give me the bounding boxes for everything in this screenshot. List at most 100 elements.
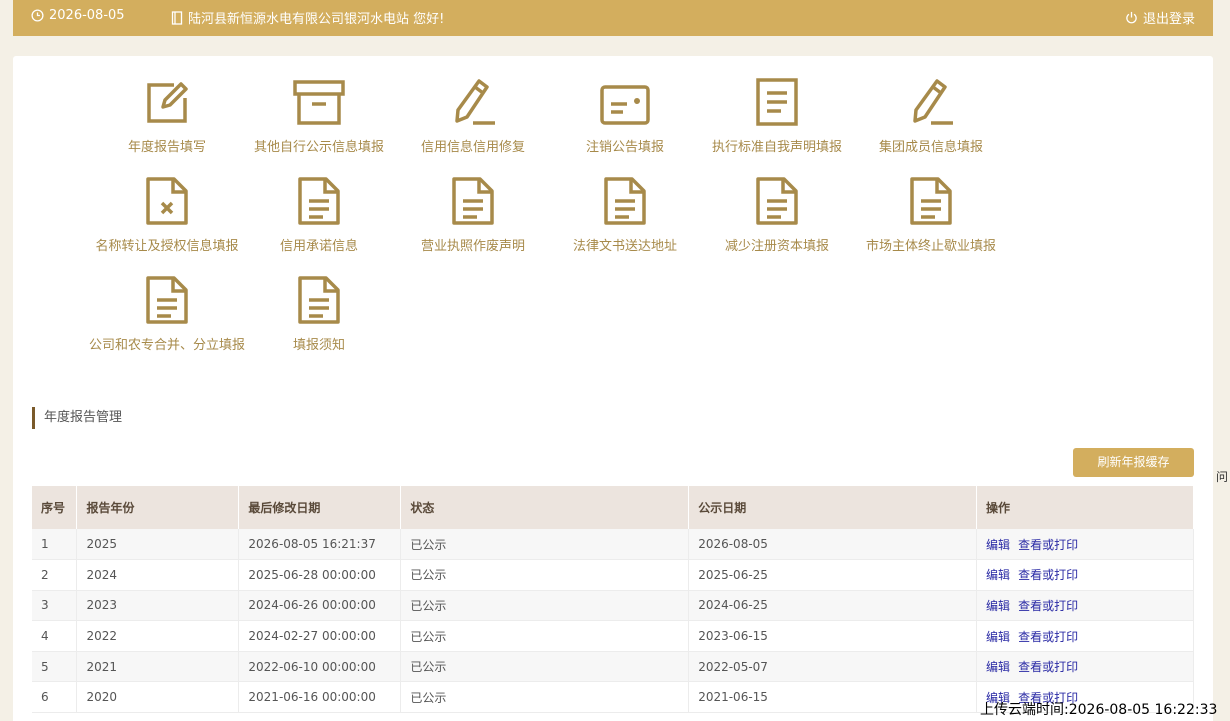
date-display: 2026-08-05 [31,8,125,23]
date-text: 2026-08-05 [49,8,125,23]
col-header-no: 序号 [32,486,78,529]
cell-year: 2022 [76,620,240,652]
clock-icon [31,9,44,22]
tile-capital-reduction[interactable]: 减少注册资本填报 [697,175,857,254]
tile-group-member[interactable]: 集团成员信息填报 [851,76,1011,155]
cell-status: 已公示 [400,681,690,713]
main-panel: 年度报告填写 其他自行公示信息填报 信用信息信用修复 注销公告填报 执行标准自我… [13,56,1213,721]
tile-label: 执行标准自我声明填报 [711,140,842,155]
view-print-link[interactable]: 查看或打印 [1018,568,1078,582]
table-row: 2 2024 2025-06-28 00:00:00 已公示 2025-06-2… [32,559,1194,591]
tile-annual-report[interactable]: 年度报告填写 [87,76,247,155]
tile-label: 集团成员信息填报 [878,140,983,155]
view-print-link[interactable]: 查看或打印 [1018,630,1078,644]
tile-other-disclosure[interactable]: 其他自行公示信息填报 [239,76,399,155]
col-header-year: 报告年份 [76,486,240,529]
upload-time-overlay: 上传云端时间:2026-08-05 16:22:33 [980,702,1218,718]
logout-button[interactable]: 退出登录 [1125,8,1195,27]
cell-year: 2020 [76,681,240,713]
tile-label: 名称转让及授权信息填报 [95,239,239,254]
tile-label: 注销公告填报 [585,140,664,155]
refresh-cache-button[interactable]: 刷新年报缓存 [1073,448,1194,477]
tile-label: 营业执照作废声明 [420,239,525,254]
tile-credit-repair[interactable]: 信用信息信用修复 [393,76,553,155]
cell-no: 1 [32,529,78,560]
cell-modified: 2024-02-27 00:00:00 [238,620,402,652]
col-header-modified: 最后修改日期 [238,486,402,529]
card-icon [600,85,650,125]
edit-link[interactable]: 编辑 [986,599,1010,613]
tile-cancellation-notice[interactable]: 注销公告填报 [545,76,705,155]
pencil-icon [913,79,953,125]
archive-icon [293,80,345,125]
power-icon [1126,11,1137,24]
side-help-tab[interactable]: 问 [1216,468,1228,485]
greeting: 陆河县新恒源水电有限公司银河水电站 您好! [171,8,444,27]
edit-link[interactable]: 编辑 [986,660,1010,674]
cell-year: 2023 [76,590,240,621]
col-header-action: 操作 [976,486,1194,529]
tile-termination[interactable]: 市场主体终止歇业填报 [851,175,1011,254]
tile-standard-declaration[interactable]: 执行标准自我声明填报 [697,76,857,155]
tile-label: 法律文书送达地址 [572,239,677,254]
document-icon [756,78,798,126]
section-title: 年度报告管理 [32,407,122,429]
cell-modified: 2025-06-28 00:00:00 [238,559,402,591]
cell-status: 已公示 [400,559,690,591]
file-text-icon [604,177,646,225]
cell-modified: 2022-06-10 00:00:00 [238,651,402,682]
tile-label: 年度报告填写 [127,140,206,155]
tile-filing-notice[interactable]: 填报须知 [239,274,399,353]
cell-publish: 2022-05-07 [688,651,978,682]
cell-modified: 2026-08-05 16:21:37 [238,529,402,560]
cell-modified: 2024-06-26 00:00:00 [238,590,402,621]
cell-year: 2024 [76,559,240,591]
tile-legal-address[interactable]: 法律文书送达地址 [545,175,705,254]
book-icon [171,10,183,25]
table-header-row: 序号 报告年份 最后修改日期 状态 公示日期 操作 [32,486,1194,529]
tile-label: 减少注册资本填报 [724,239,829,254]
cell-status: 已公示 [400,529,690,560]
view-print-link[interactable]: 查看或打印 [1018,538,1078,552]
col-header-status: 状态 [400,486,690,529]
edit-link[interactable]: 编辑 [986,538,1010,552]
tile-merger-split[interactable]: 公司和农专合并、分立填报 [87,274,247,353]
tile-label: 其他自行公示信息填报 [253,140,384,155]
cell-status: 已公示 [400,620,690,652]
cell-publish: 2024-06-25 [688,590,978,621]
cell-publish: 2026-08-05 [688,529,978,560]
table-row: 3 2023 2024-06-26 00:00:00 已公示 2024-06-2… [32,590,1194,621]
edit-link[interactable]: 编辑 [986,630,1010,644]
col-header-publish: 公示日期 [688,486,978,529]
tile-label: 市场主体终止歇业填报 [865,239,996,254]
edit-link[interactable]: 编辑 [986,568,1010,582]
cell-actions: 编辑 查看或打印 [976,529,1194,560]
tile-label: 填报须知 [292,338,345,353]
pencil-icon [455,79,495,125]
cell-actions: 编辑 查看或打印 [976,651,1194,682]
file-text-icon [910,177,952,225]
cell-status: 已公示 [400,651,690,682]
cell-actions: 编辑 查看或打印 [976,590,1194,621]
cell-modified: 2021-06-16 00:00:00 [238,681,402,713]
view-print-link[interactable]: 查看或打印 [1018,660,1078,674]
file-text-icon [298,177,340,225]
table-row: 1 2025 2026-08-05 16:21:37 已公示 2026-08-0… [32,529,1194,560]
cell-actions: 编辑 查看或打印 [976,620,1194,652]
cell-no: 2 [32,559,78,591]
tile-name-transfer[interactable]: 名称转让及授权信息填报 [87,175,247,254]
tile-label: 信用信息信用修复 [420,140,525,155]
cell-no: 6 [32,681,78,713]
logout-label: 退出登录 [1142,12,1195,27]
cell-no: 3 [32,590,78,621]
tile-label: 信用承诺信息 [279,239,358,254]
tile-credit-commitment[interactable]: 信用承诺信息 [239,175,399,254]
edit-icon [147,82,188,123]
cell-publish: 2021-06-15 [688,681,978,713]
file-text-icon [452,177,494,225]
view-print-link[interactable]: 查看或打印 [1018,599,1078,613]
tile-license-void[interactable]: 营业执照作废声明 [393,175,553,254]
top-bar: 2026-08-05 陆河县新恒源水电有限公司银河水电站 您好! 退出登录 [13,0,1213,36]
table-row: 5 2021 2022-06-10 00:00:00 已公示 2022-05-0… [32,651,1194,682]
cell-actions: 编辑 查看或打印 [976,559,1194,591]
